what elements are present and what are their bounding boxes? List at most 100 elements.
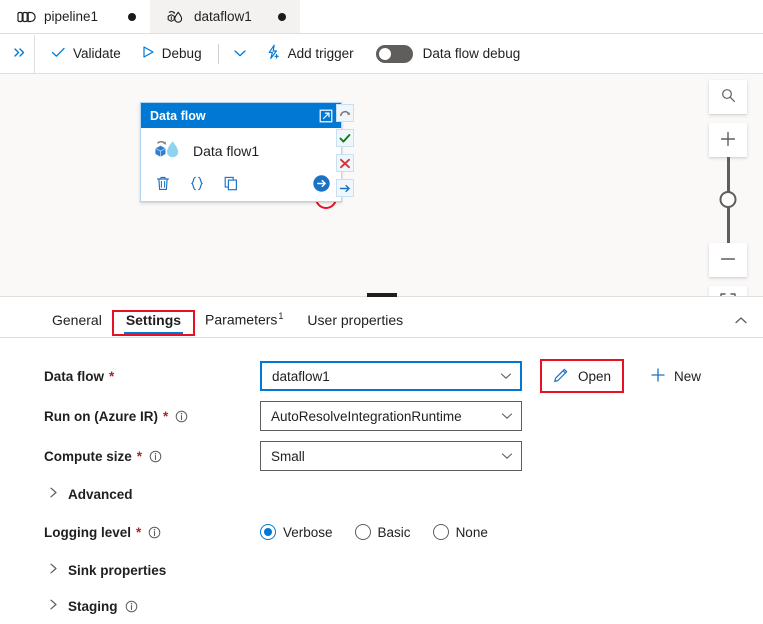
run-on-dropdown[interactable]: AutoResolveIntegrationRuntime — [260, 401, 522, 431]
panel-bottom-edge — [0, 619, 763, 622]
sink-properties-expander[interactable]: Sink properties — [0, 552, 763, 588]
delete-icon[interactable] — [155, 175, 171, 192]
data-flow-value: dataflow1 — [272, 368, 330, 384]
info-icon[interactable] — [125, 600, 138, 613]
node-body: Data flow1 — [141, 128, 341, 170]
sink-properties-label: Sink properties — [68, 562, 167, 578]
data-flow-dropdown[interactable]: dataflow1 — [260, 361, 522, 391]
lightning-bolt-icon — [265, 44, 281, 63]
tab-parameters[interactable]: Parameters1 — [193, 311, 295, 337]
toggle-knob — [378, 47, 391, 60]
data-flow-debug-label: Data flow debug — [422, 46, 521, 61]
radio-indicator — [260, 524, 276, 540]
radio-indicator — [432, 524, 449, 540]
chevron-right-icon — [48, 598, 59, 614]
logging-level-label-text: Logging level — [44, 524, 132, 540]
info-icon[interactable] — [149, 450, 162, 463]
field-row-data-flow: Data flow * dataflow1 Open New — [0, 356, 763, 396]
run-on-label: Run on (Azure IR) * — [44, 409, 260, 424]
code-icon[interactable] — [189, 175, 205, 192]
validate-label: Validate — [73, 46, 121, 61]
advanced-expander[interactable]: Advanced — [0, 476, 763, 512]
data-flow-label-text: Data flow — [44, 368, 105, 384]
zoom-in-button[interactable] — [709, 123, 747, 157]
open-in-new-window-icon[interactable] — [318, 108, 334, 124]
data-flow-debug-toggle[interactable]: Data flow debug — [375, 44, 521, 63]
run-on-value: AutoResolveIntegrationRuntime — [271, 408, 462, 424]
staging-label: Staging — [68, 599, 138, 614]
panel-tab-list: General Settings Parameters1 User proper… — [0, 297, 763, 338]
search-button[interactable] — [709, 80, 747, 114]
on-completion-icon[interactable] — [336, 179, 354, 197]
pencil-icon — [553, 366, 570, 386]
debug-dropdown-button[interactable] — [225, 39, 255, 69]
add-trigger-button[interactable]: Add trigger — [255, 39, 364, 69]
panel-collapse-button[interactable] — [733, 314, 749, 329]
tab-settings[interactable]: Settings — [111, 310, 196, 336]
logging-level-radio-group: Verbose Basic None — [260, 524, 488, 540]
on-success-icon[interactable] — [336, 129, 354, 147]
minus-icon — [719, 250, 737, 271]
toggle-track — [375, 44, 413, 63]
validate-button[interactable]: Validate — [41, 39, 131, 69]
pipeline-canvas[interactable]: Data flow Data flow1 — [0, 74, 763, 296]
tab-general[interactable]: General — [40, 312, 114, 337]
node-footer — [141, 170, 341, 201]
on-failure-icon[interactable] — [336, 154, 354, 172]
double-chevron-right-icon — [13, 46, 27, 62]
compute-size-dropdown[interactable]: Small — [260, 441, 522, 471]
open-data-flow-button[interactable]: Open — [540, 359, 625, 393]
required-asterisk: * — [136, 524, 142, 540]
zoom-out-button[interactable] — [709, 243, 747, 277]
staging-label-text: Staging — [68, 598, 118, 614]
chevron-right-icon — [48, 486, 59, 502]
chevron-down-icon — [233, 46, 247, 61]
unsaved-indicator-dot — [278, 12, 286, 21]
field-row-run-on: Run on (Azure IR) * AutoResolveIntegrati… — [0, 396, 763, 436]
radio-basic[interactable]: Basic — [354, 524, 411, 540]
expand-sidebar-button[interactable] — [6, 35, 34, 73]
radio-verbose[interactable]: Verbose — [260, 524, 333, 540]
advanced-label: Advanced — [68, 486, 133, 502]
node-name: Data flow1 — [193, 143, 260, 159]
tab-dataflow1[interactable]: dataflow1 — [150, 0, 300, 33]
dataflow-icon — [166, 8, 186, 26]
field-row-logging-level: Logging level * Verbose Basic None — [0, 512, 763, 552]
pipeline-toolbar: Validate Debug Add trigger Data flow deb… — [0, 34, 763, 74]
new-label: New — [674, 368, 702, 384]
tab-label: pipeline1 — [44, 9, 99, 24]
run-arrow-icon[interactable] — [312, 174, 331, 193]
info-icon[interactable] — [148, 526, 161, 539]
fit-to-screen-button[interactable] — [709, 286, 747, 296]
tab-pipeline1[interactable]: pipeline1 — [0, 0, 150, 33]
chevron-right-icon — [48, 562, 59, 578]
field-row-compute-size: Compute size * Small — [0, 436, 763, 476]
compute-size-label-text: Compute size — [44, 448, 132, 464]
activity-properties-panel: General Settings Parameters1 User proper… — [0, 293, 763, 624]
plus-icon — [719, 130, 737, 151]
zoom-slider-thumb[interactable] — [719, 191, 737, 208]
info-icon[interactable] — [175, 410, 188, 423]
required-asterisk: * — [109, 368, 115, 384]
zoom-slider[interactable] — [709, 157, 747, 243]
radio-basic-label: Basic — [377, 524, 411, 540]
debug-label: Debug — [161, 46, 202, 61]
chevron-up-icon — [733, 314, 749, 329]
clone-icon[interactable] — [223, 175, 239, 192]
tab-settings-label: Settings — [125, 312, 182, 328]
debug-button[interactable]: Debug — [131, 39, 212, 69]
radio-none[interactable]: None — [432, 524, 488, 540]
data-flow-activity-node[interactable]: Data flow Data flow1 — [140, 102, 342, 202]
on-skip-icon[interactable] — [336, 104, 354, 122]
chevron-down-icon — [495, 452, 513, 460]
checkmark-icon — [51, 46, 66, 62]
compute-size-value: Small — [271, 448, 305, 464]
radio-verbose-label: Verbose — [283, 524, 333, 540]
tab-user-properties[interactable]: User properties — [295, 312, 415, 337]
settings-form: Data flow * dataflow1 Open New Run on (A… — [0, 338, 763, 624]
new-data-flow-button[interactable]: New — [638, 361, 713, 392]
chevron-down-icon — [495, 412, 513, 420]
radio-indicator — [354, 524, 371, 540]
data-flow-activity-icon — [153, 137, 183, 166]
editor-tab-strip: pipeline1 dataflow1 — [0, 0, 763, 34]
